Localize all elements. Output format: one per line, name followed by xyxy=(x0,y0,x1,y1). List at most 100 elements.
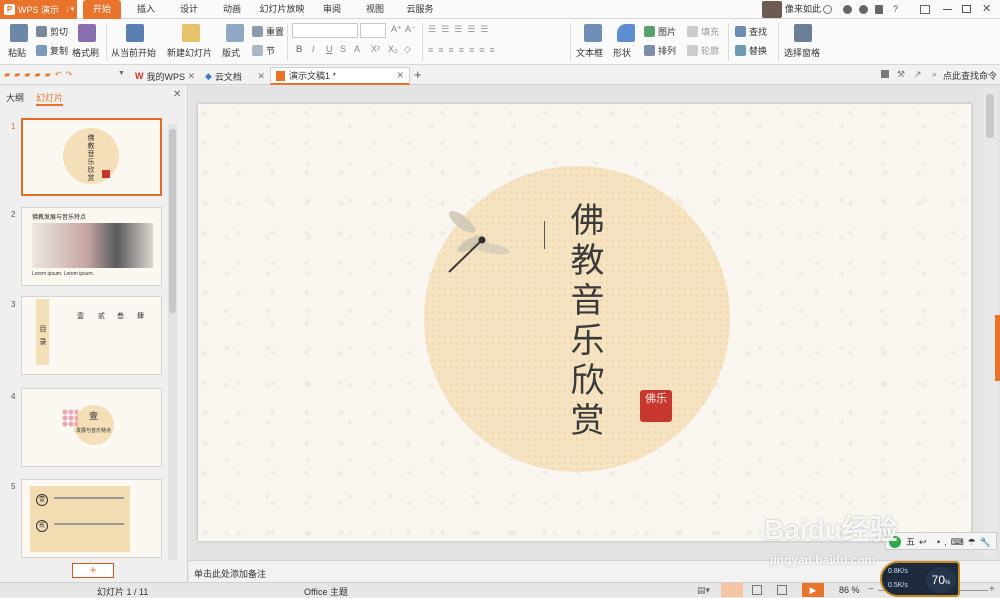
tools-icon[interactable]: ⚒ xyxy=(897,69,905,80)
slide-thumb-5[interactable]: 壹 贰 xyxy=(21,479,162,558)
list-buttons[interactable]: ☰☰☰☰☰ xyxy=(428,24,493,35)
command-search[interactable]: 点此查找命令 xyxy=(943,69,997,82)
slide-thumb-1[interactable]: 佛教音乐欣赏 xyxy=(21,118,162,196)
quick-access-toolbar[interactable]: ▰▰▰▰▰↶↷ xyxy=(4,70,76,79)
minimize-icon[interactable] xyxy=(943,9,952,10)
reset-button[interactable]: 重置 xyxy=(252,25,284,38)
slides-scrollbar[interactable] xyxy=(168,124,177,560)
paste-button[interactable]: 粘贴 xyxy=(8,24,28,59)
avatar[interactable] xyxy=(762,1,782,18)
close-icon[interactable]: ✕ xyxy=(982,2,991,15)
find-icon xyxy=(735,26,746,37)
user-name[interactable]: 像来如此 xyxy=(785,0,821,19)
play-slideshow-button[interactable]: ▶ xyxy=(802,583,824,597)
slide-thumb-4[interactable]: 壹 发展与音乐特点 xyxy=(21,388,162,467)
share-icon[interactable] xyxy=(859,5,868,14)
app-menu-button[interactable]: P WPS 演示 ▼ xyxy=(0,0,77,19)
skin-icon[interactable] xyxy=(843,5,852,14)
slide-thumb-2[interactable]: 佛教发展与音乐特点 Lorem ipsum. Lorem ipsum. xyxy=(21,207,162,286)
align-buttons[interactable]: ≡≡≡≡≡≡≡ xyxy=(428,45,500,55)
italic-button[interactable]: I xyxy=(312,44,315,54)
superscript-button[interactable]: X² xyxy=(371,44,380,54)
cut-button[interactable]: 剪切 xyxy=(36,25,68,38)
from-current-button[interactable]: 从当前开始 xyxy=(111,24,156,59)
format-painter-button[interactable]: 格式刷 xyxy=(72,24,99,59)
tab-slideshow[interactable]: 幻灯片放映 xyxy=(256,0,308,19)
underline-button[interactable]: U xyxy=(326,44,333,54)
doctab-cloud-docs[interactable]: ◆ 云文档 ✕ xyxy=(200,67,270,85)
shrink-font-icon[interactable]: A⁻ xyxy=(405,24,416,35)
selection-pane-button[interactable]: 选择窗格 xyxy=(784,24,820,59)
doctab-presentation1[interactable]: 演示文稿1 * ✕ xyxy=(270,67,410,85)
new-slide-button[interactable]: 新建幻灯片 xyxy=(167,24,212,59)
arrange-button[interactable]: 排列 xyxy=(644,44,676,57)
scrollbar-thumb[interactable] xyxy=(169,129,176,313)
new-tab-button[interactable]: + xyxy=(414,67,422,82)
strikethrough-button[interactable]: S xyxy=(340,44,346,54)
layout-button[interactable]: 版式 xyxy=(222,24,244,59)
font-name-input[interactable] xyxy=(292,23,358,38)
search-icon[interactable]: ⌕ xyxy=(932,69,937,80)
tab-insert[interactable]: 插入 xyxy=(128,0,164,19)
close-tab-icon[interactable]: ✕ xyxy=(187,71,195,82)
find-button[interactable]: 查找 xyxy=(735,25,767,38)
comment-icon[interactable] xyxy=(881,70,889,78)
arrange-icon xyxy=(644,45,655,56)
scrollbar-thumb[interactable] xyxy=(986,94,994,138)
current-slide[interactable]: 佛教音乐欣赏 佛乐 xyxy=(198,104,971,541)
clear-format-icon[interactable]: ◇ xyxy=(404,44,411,55)
zoom-out-button[interactable]: − xyxy=(868,584,874,595)
add-slide-button[interactable]: + xyxy=(72,563,114,578)
help-icon[interactable]: ? xyxy=(893,0,898,19)
subscript-button[interactable]: X₂ xyxy=(388,44,398,54)
ime-toolbar[interactable]: 五↩ •,⌨☂🔧 xyxy=(885,532,997,550)
tab-outline[interactable]: 大纲 xyxy=(6,91,24,104)
replace-button[interactable]: 替换 xyxy=(735,44,767,57)
slide-title[interactable]: 佛教音乐欣赏 xyxy=(564,202,604,442)
close-tab-icon[interactable]: ✕ xyxy=(396,70,404,81)
outline-button[interactable]: 轮廓 xyxy=(687,44,719,57)
bold-button[interactable]: B xyxy=(296,44,303,54)
section-button[interactable]: 节 xyxy=(252,44,275,57)
sorter-view-button[interactable] xyxy=(752,585,762,595)
close-pane-icon[interactable]: ✕ xyxy=(173,89,181,100)
zoom-in-button[interactable]: + xyxy=(989,584,995,595)
textbox-button[interactable]: 文本框 xyxy=(576,24,603,59)
ime-buttons[interactable]: 五↩ •,⌨☂🔧 xyxy=(906,535,995,548)
close-tab-icon[interactable]: ✕ xyxy=(257,71,265,82)
picture-icon xyxy=(644,26,655,37)
font-color-icon[interactable]: A xyxy=(354,44,360,54)
file-icon[interactable] xyxy=(875,5,883,14)
normal-view-button[interactable] xyxy=(721,583,743,597)
tab-design[interactable]: 设计 xyxy=(171,0,207,19)
tab-cloud[interactable]: 云服务 xyxy=(400,0,440,19)
network-monitor-widget[interactable]: 0.8K/s 0.5K/s 70% xyxy=(880,561,960,597)
tab-review[interactable]: 审阅 xyxy=(314,0,350,19)
tab-animation[interactable]: 动画 xyxy=(214,0,250,19)
wps-w-icon: W xyxy=(135,71,144,81)
side-panel-handle[interactable] xyxy=(995,315,1000,381)
maximize-icon[interactable] xyxy=(962,5,971,13)
tab-slides[interactable]: 幻灯片 xyxy=(36,91,64,106)
tab-view[interactable]: 视图 xyxy=(357,0,393,19)
zoom-level[interactable]: 86 % xyxy=(839,585,860,595)
status-icon[interactable] xyxy=(823,5,832,14)
slide-thumb-3[interactable]: 目录 壹 贰 叁 肆 xyxy=(21,296,162,375)
shape-button[interactable]: 形状 xyxy=(613,24,635,59)
chevron-down-icon[interactable]: ▼ xyxy=(67,6,77,13)
share-icon[interactable]: ↗ xyxy=(914,69,922,80)
tab-home[interactable]: 开始 xyxy=(83,0,121,19)
notes-toggle-icon[interactable]: ▤▾ xyxy=(697,585,710,596)
fill-button[interactable]: 填充 xyxy=(687,25,719,38)
grow-font-icon[interactable]: A⁺ xyxy=(391,24,402,35)
fill-icon xyxy=(687,26,698,37)
notes-placeholder[interactable]: 单击此处添加备注 xyxy=(194,567,266,580)
doctab-my-wps[interactable]: W 我的WPS ✕ xyxy=(130,67,200,85)
restore-layout-icon[interactable] xyxy=(920,5,930,14)
picture-button[interactable]: 图片 xyxy=(644,25,676,38)
font-size-input[interactable] xyxy=(360,23,386,38)
copy-button[interactable]: 复制 xyxy=(36,44,68,57)
notes-area[interactable]: 单击此处添加备注 xyxy=(189,560,1000,582)
reading-view-button[interactable] xyxy=(777,585,787,595)
qat-dropdown-icon[interactable]: ▼ xyxy=(118,70,125,77)
